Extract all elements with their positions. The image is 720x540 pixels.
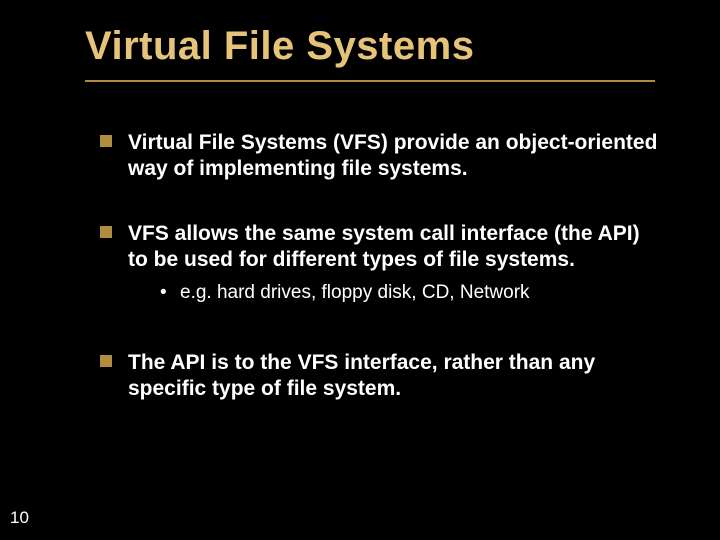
- bullet-text: Virtual File Systems (VFS) provide an ob…: [128, 131, 657, 180]
- bullet-item: VFS allows the same system call interfac…: [100, 221, 660, 306]
- slide-title: Virtual File Systems: [85, 24, 474, 69]
- square-bullet-icon: [100, 135, 112, 147]
- bullet-text: VFS allows the same system call interfac…: [128, 222, 640, 271]
- sub-bullet-text: e.g. hard drives, floppy disk, CD, Netwo…: [180, 282, 530, 303]
- dot-bullet-icon: •: [160, 281, 167, 306]
- slide: Virtual File Systems Virtual File System…: [0, 0, 720, 540]
- sub-bullet-item: • e.g. hard drives, floppy disk, CD, Net…: [156, 281, 660, 306]
- slide-body: Virtual File Systems (VFS) provide an ob…: [100, 130, 660, 440]
- page-number: 10: [10, 508, 29, 528]
- title-underline: [85, 80, 655, 82]
- bullet-item: Virtual File Systems (VFS) provide an ob…: [100, 130, 660, 183]
- square-bullet-icon: [100, 355, 112, 367]
- bullet-text: The API is to the VFS interface, rather …: [128, 351, 595, 400]
- square-bullet-icon: [100, 226, 112, 238]
- bullet-item: The API is to the VFS interface, rather …: [100, 350, 660, 403]
